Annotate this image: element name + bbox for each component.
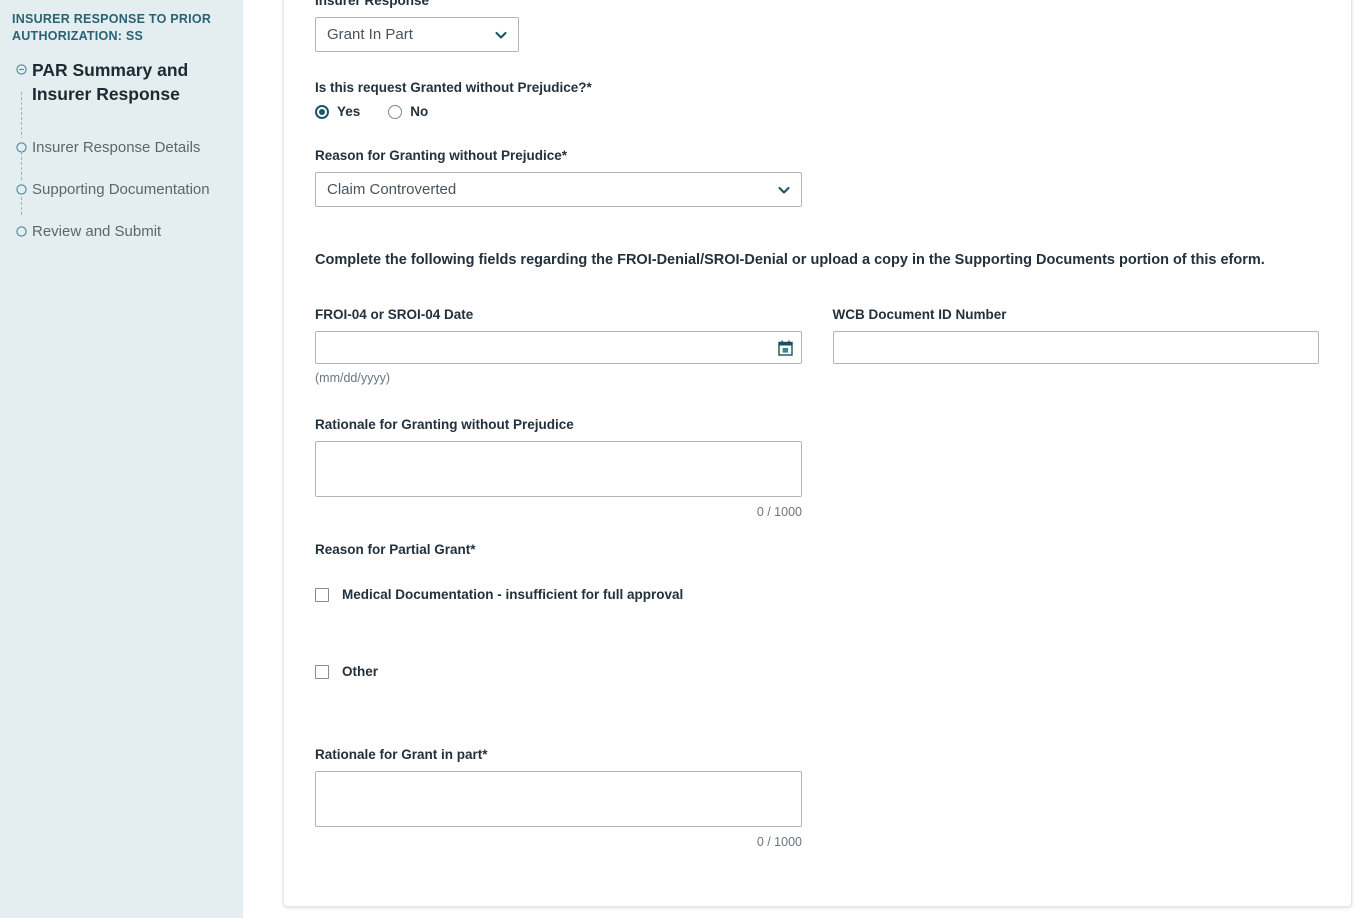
insurer-response-select[interactable]: Grant In Part [315, 17, 519, 52]
circle-icon [10, 138, 32, 153]
insurer-response-label: Insurer Response [315, 0, 1319, 10]
sidebar-item-par-summary[interactable]: PAR Summary and Insurer Response [10, 58, 229, 106]
rationale-granting-label: Rationale for Granting without Prejudice [315, 416, 1319, 434]
froi-date-input-wrap[interactable] [315, 331, 802, 364]
rationale-granting-textarea[interactable] [315, 441, 802, 497]
circle-icon [10, 222, 32, 237]
circle-icon [10, 180, 32, 195]
radio-option-yes[interactable]: Yes [315, 104, 360, 119]
field-rationale-granting: Rationale for Granting without Prejudice… [315, 416, 1319, 519]
reason-for-granting-select-wrap[interactable]: Claim Controverted [315, 172, 802, 207]
radio-label-no: No [410, 104, 428, 119]
checkbox-medical-documentation[interactable]: Medical Documentation - insufficient for… [315, 587, 1319, 602]
field-reason-partial-grant: Reason for Partial Grant* Medical Docume… [315, 541, 1319, 679]
rationale-grant-in-part-textarea[interactable] [315, 771, 802, 827]
radio-indicator-yes[interactable] [315, 105, 329, 119]
page-root: INSURER RESPONSE TO PRIOR AUTHORIZATION:… [0, 0, 1366, 918]
wcb-document-id-input[interactable] [833, 331, 1320, 364]
sidebar-step-tree: PAR Summary and Insurer Response Insurer… [10, 58, 229, 241]
checkbox-indicator[interactable] [315, 588, 329, 602]
rationale-grant-in-part-label: Rationale for Grant in part* [315, 746, 1319, 764]
rationale-grant-in-part-counter: 0 / 1000 [315, 835, 802, 849]
checkbox-indicator[interactable] [315, 665, 329, 679]
field-granted-without-prejudice: Is this request Granted without Prejudic… [315, 79, 1319, 119]
field-wcb-document-id: WCB Document ID Number [833, 306, 1320, 385]
reason-for-granting-label: Reason for Granting without Prejudice* [315, 147, 1319, 165]
sidebar-item-review-and-submit[interactable]: Review and Submit [10, 222, 229, 241]
reason-for-granting-select[interactable]: Claim Controverted [315, 172, 802, 207]
sidebar-item-supporting-documentation[interactable]: Supporting Documentation [10, 180, 229, 199]
sidebar-title: INSURER RESPONSE TO PRIOR AUTHORIZATION:… [12, 11, 229, 45]
insurer-response-select-wrap[interactable]: Grant In Part [315, 17, 519, 52]
froi-date-input[interactable] [315, 331, 802, 364]
granted-without-prejudice-label: Is this request Granted without Prejudic… [315, 79, 1319, 97]
radio-indicator-no[interactable] [388, 105, 402, 119]
field-insurer-response: Insurer Response Grant In Part [315, 0, 1319, 52]
form-card: Insurer Response Grant In Part Is this r… [283, 0, 1352, 907]
checkbox-label: Medical Documentation - insufficient for… [342, 587, 683, 602]
reason-partial-grant-label: Reason for Partial Grant* [315, 541, 1319, 559]
minus-circle-icon [10, 58, 32, 75]
sidebar-item-label: PAR Summary and Insurer Response [32, 58, 229, 106]
froi-date-hint: (mm/dd/yyyy) [315, 371, 802, 385]
checkbox-label: Other [342, 664, 378, 679]
sidebar-item-label: Insurer Response Details [32, 138, 200, 157]
row-froi-wcb: FROI-04 or SROI-04 Date [315, 306, 1319, 385]
sidebar-item-insurer-response-details[interactable]: Insurer Response Details [10, 138, 229, 157]
instruction-text: Complete the following fields regarding … [315, 245, 1305, 276]
froi-date-label: FROI-04 or SROI-04 Date [315, 306, 802, 324]
sidebar-item-label: Review and Submit [32, 222, 161, 241]
field-rationale-grant-in-part: Rationale for Grant in part* 0 / 1000 [315, 746, 1319, 849]
main-content: Insurer Response Grant In Part Is this r… [243, 0, 1366, 918]
sidebar-item-label: Supporting Documentation [32, 180, 210, 199]
sidebar: INSURER RESPONSE TO PRIOR AUTHORIZATION:… [0, 0, 243, 918]
field-reason-for-granting: Reason for Granting without Prejudice* C… [315, 147, 1319, 207]
rationale-granting-counter: 0 / 1000 [315, 505, 802, 519]
granted-without-prejudice-radio-group: Yes No [315, 104, 1319, 119]
radio-option-no[interactable]: No [388, 104, 428, 119]
checkbox-other[interactable]: Other [315, 664, 1319, 679]
radio-label-yes: Yes [337, 104, 360, 119]
field-froi-date: FROI-04 or SROI-04 Date [315, 306, 802, 385]
wcb-document-id-label: WCB Document ID Number [833, 306, 1320, 324]
